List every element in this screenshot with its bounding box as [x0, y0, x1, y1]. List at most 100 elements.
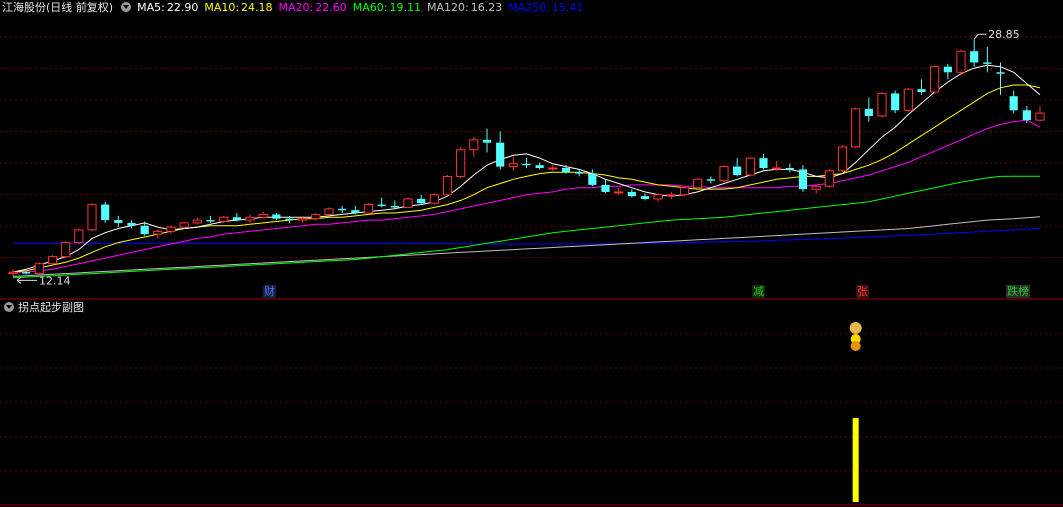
candle-body: [285, 218, 294, 221]
event-tag[interactable]: 减: [752, 285, 765, 298]
candle-body: [206, 220, 215, 222]
candle-body: [496, 142, 505, 167]
candle-body: [8, 271, 18, 275]
candle-body: [101, 204, 110, 221]
candle-body: [34, 263, 44, 275]
candle-body: [403, 198, 413, 208]
candle-body: [272, 214, 281, 219]
ma-value: 22.90: [166, 1, 199, 14]
candle-body: [324, 208, 334, 215]
event-tag[interactable]: 张: [856, 285, 869, 298]
candle-body: [561, 168, 571, 173]
candle-body: [666, 194, 676, 197]
ma-label: MA10:: [204, 1, 240, 14]
candle-body: [693, 178, 703, 189]
candle-body: [983, 62, 992, 64]
event-tag[interactable]: 财: [263, 285, 276, 298]
candle-body: [930, 66, 940, 93]
ma-value: 19.11: [389, 1, 421, 14]
ma-legend-item: MA60: 19.11: [353, 1, 421, 14]
candle-body: [258, 213, 268, 218]
high-price-label: 28.85: [988, 28, 1020, 41]
stock-chart[interactable]: 28.85 12.14: [0, 0, 1063, 507]
candle-body: [851, 108, 861, 148]
ma-legend-item: MA250: 15.41: [508, 1, 583, 14]
candle-body: [785, 168, 794, 170]
candle-body: [1022, 110, 1031, 121]
candle-body: [798, 169, 808, 190]
candle-body: [996, 72, 1005, 74]
candle-body: [733, 166, 742, 176]
dropdown-caret-icon[interactable]: [4, 302, 14, 312]
candle-body: [548, 167, 558, 170]
ma-legend-item: MA10: 24.18: [204, 1, 272, 14]
candle-body: [575, 172, 584, 174]
candle-body: [114, 220, 123, 223]
candle-body: [943, 66, 952, 73]
candle-body: [1035, 112, 1045, 121]
candle-body: [522, 163, 531, 166]
low-price-label: 12.14: [39, 274, 71, 287]
ma-value: 15.41: [551, 1, 584, 14]
candle-body: [640, 196, 650, 199]
candle-body: [311, 213, 321, 220]
candle-body: [192, 219, 202, 224]
ma-value: 24.18: [241, 1, 273, 14]
ma-legend-item: MA5: 22.90: [137, 1, 198, 14]
ma-label: MA5:: [137, 1, 165, 14]
candle-body: [601, 184, 610, 192]
candle-body: [706, 179, 715, 181]
candle-body: [970, 51, 979, 63]
candle-body: [47, 256, 58, 265]
ma-legend-item: MA120: 16.23: [427, 1, 502, 14]
signal-dot-icon: [850, 341, 861, 351]
candle-body: [351, 210, 360, 214]
subchart-title[interactable]: 拐点起步副图: [18, 301, 84, 314]
candle-body: [824, 170, 834, 187]
event-tag[interactable]: 跌榜: [1006, 285, 1030, 298]
candle-body: [956, 50, 966, 73]
candle-body: [745, 157, 755, 176]
ma-legend: MA5: 22.90 MA10: 24.18 MA20: 22.60 MA60: 19.11 M…: [137, 1, 589, 14]
candle-body: [877, 92, 887, 117]
candle-body: [179, 222, 189, 228]
dropdown-caret-icon[interactable]: [121, 2, 132, 12]
candle-body: [74, 229, 84, 244]
candle-body: [232, 217, 241, 221]
chart-header: 江海股份(日线 前复权) MA5: 22.90 MA10: 24.18 MA20: 22.6…: [2, 0, 595, 16]
stock-title[interactable]: 江海股份(日线 前复权): [2, 1, 113, 14]
candle-body: [61, 242, 71, 258]
candle-body: [153, 230, 163, 235]
candle-body: [1009, 96, 1018, 111]
subchart-header: 拐点起步副图: [2, 300, 84, 315]
candle-body: [917, 89, 926, 92]
signal-bar: [852, 418, 859, 502]
candle-body: [166, 226, 176, 232]
candle-body: [535, 165, 544, 168]
candle-body: [903, 88, 913, 111]
candle-body: [442, 175, 453, 196]
candle-body: [864, 108, 873, 116]
candle-body: [338, 208, 347, 211]
ma-label: MA20:: [278, 1, 314, 14]
candle-body: [891, 93, 900, 111]
ma-legend-item: MA20: 22.60: [279, 1, 347, 14]
candle-body: [614, 191, 624, 194]
candle-body: [245, 216, 255, 221]
ma-value: 22.60: [315, 1, 347, 14]
candle-body: [127, 222, 136, 226]
candle-body: [772, 167, 782, 170]
candle-body: [429, 194, 439, 204]
money-bag-icon: [849, 322, 862, 334]
candle-body: [140, 225, 149, 235]
candle-body: [679, 187, 690, 196]
ma-label: MA120:: [426, 1, 469, 14]
ma-value: 16.23: [470, 1, 503, 14]
candle-body: [417, 198, 426, 204]
candle-body: [456, 149, 466, 177]
candle-body: [588, 173, 597, 185]
ma-label: MA60:: [352, 1, 388, 14]
candle-body: [87, 204, 97, 231]
candle-body: [482, 139, 492, 143]
candle-body: [719, 166, 729, 182]
